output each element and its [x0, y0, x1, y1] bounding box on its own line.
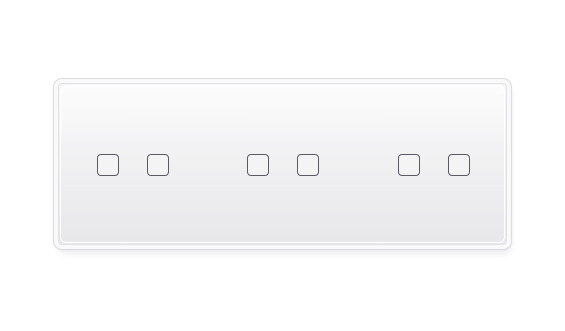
touch-switch-panel [53, 78, 512, 250]
touch-key-6[interactable] [448, 154, 470, 176]
touch-key-5[interactable] [398, 154, 420, 176]
product-image [0, 0, 565, 331]
touch-key-2[interactable] [147, 154, 169, 176]
touch-key-3[interactable] [247, 154, 269, 176]
glass-surface [60, 85, 505, 243]
touch-key-4[interactable] [297, 154, 319, 176]
touch-key-1[interactable] [97, 154, 119, 176]
